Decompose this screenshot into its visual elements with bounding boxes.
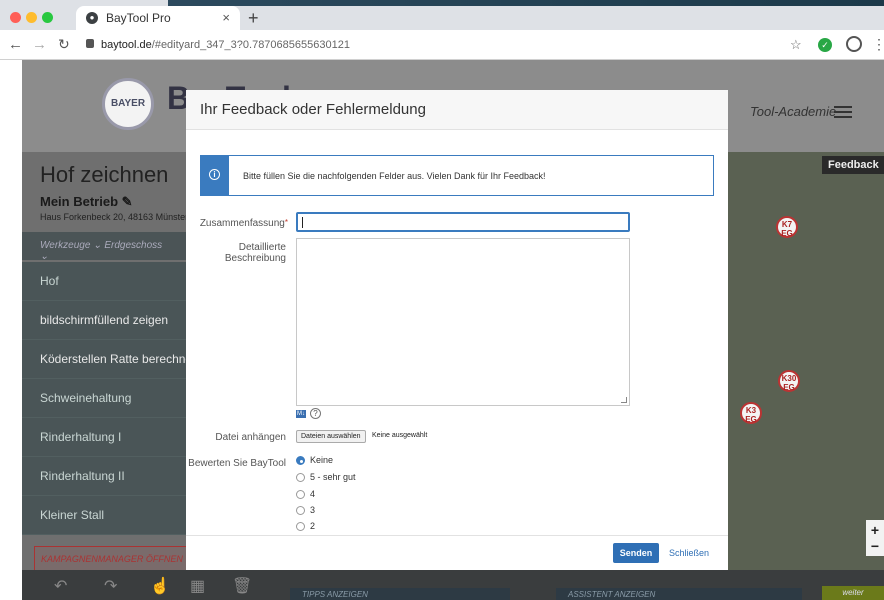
summary-label-text: Zusammenfassung (199, 218, 285, 229)
feedback-tab[interactable]: Feedback (822, 156, 884, 174)
sidebar-list: Hof bildschirmfüllend zeigen Köderstelle… (22, 262, 190, 535)
resize-handle[interactable] (621, 397, 627, 403)
browser-tab[interactable]: ● BayTool Pro × (76, 6, 240, 30)
farm-name: Mein Betrieb ✎ (40, 194, 133, 210)
window-minimize-button[interactable] (26, 12, 37, 23)
sidebar-item-kleiner-stall[interactable]: Kleiner Stall (22, 496, 190, 535)
undo-icon[interactable]: ↶ (54, 576, 67, 596)
tools-dropdown[interactable]: Werkzeuge ⌄ Erdgeschoss ⌄ (22, 232, 190, 262)
url-field[interactable]: baytool.de/#edityard_347_3?0.78706856556… (101, 39, 350, 51)
hand-pointer-icon[interactable]: ☝ (150, 576, 170, 596)
rating-option-label: Keine (310, 455, 334, 465)
markdown-icon[interactable]: M↓ (296, 410, 306, 418)
rating-label: Bewerten Sie BayTool (188, 458, 286, 469)
help-icon[interactable]: ? (310, 408, 321, 419)
info-icon-box: i (201, 156, 229, 195)
redo-icon[interactable]: ↷ (104, 576, 117, 596)
text-caret (302, 217, 303, 228)
zoom-out-button[interactable]: − (866, 536, 884, 556)
new-tab-button[interactable]: + (248, 8, 259, 29)
campaign-manager-button[interactable]: KAMPAGNENMANAGER ÖFFNEN (34, 546, 190, 572)
feedback-modal: Ihr Feedback oder Fehlermeldung i Bitte … (186, 90, 728, 570)
info-alert: i Bitte füllen Sie die nachfolgenden Fel… (200, 155, 714, 196)
forward-arrow-icon[interactable]: → (32, 36, 47, 53)
sidebar-item-hof[interactable]: Hof (22, 262, 190, 301)
description-textarea[interactable] (296, 238, 630, 406)
page-title: Hof zeichnen (40, 162, 169, 187)
modal-footer: Senden Schließen (186, 535, 728, 570)
back-arrow-icon[interactable]: ← (8, 36, 23, 53)
bayer-logo-text: BAYER (110, 98, 146, 109)
bookmark-star-icon[interactable]: ☆ (790, 37, 802, 53)
info-text: Bitte füllen Sie die nachfolgenden Felde… (243, 171, 546, 181)
required-marker: * (284, 218, 288, 227)
sidebar-item-rinderhaltung-2[interactable]: Rinderhaltung II (22, 457, 190, 496)
radio-selected[interactable] (296, 456, 305, 465)
menu-kebab-icon[interactable]: ⋮ (872, 36, 884, 53)
sidebar-item-fullscreen[interactable]: bildschirmfüllend zeigen (22, 301, 190, 340)
sidebar-item-rinderhaltung-1[interactable]: Rinderhaltung I (22, 418, 190, 457)
extension-check-icon[interactable]: ✓ (818, 38, 832, 52)
sidebar-item-bait-stations[interactable]: Köderstellen Ratte berechnen (22, 340, 190, 379)
rating-option-label: 4 (310, 489, 316, 499)
browser-tab-bar: ● BayTool Pro × + (0, 0, 884, 30)
attach-label: Datei anhängen (215, 432, 286, 443)
rating-option-label: 5 - sehr gut (310, 472, 356, 482)
rating-option-label: 3 (310, 505, 316, 515)
page-top-strip (168, 0, 884, 6)
sidebar: Hof zeichnen Mein Betrieb ✎ Haus Forkenb… (22, 152, 190, 600)
reload-icon[interactable]: ↻ (58, 36, 70, 53)
map-marker-k7[interactable]: K7 EG (776, 216, 798, 238)
window-close-button[interactable] (10, 12, 21, 23)
farm-name-text: Mein Betrieb (40, 194, 119, 209)
url-path: /#edityard_347_3?0.7870685655630121 (151, 39, 350, 51)
profile-icon[interactable] (846, 36, 862, 52)
assistant-panel-toggle[interactable]: ASSISTENT ANZEIGEN (556, 588, 802, 600)
academy-link[interactable]: Tool-Academie (750, 104, 836, 119)
close-button[interactable]: Schließen (669, 548, 709, 558)
tab-close-icon[interactable]: × (222, 10, 230, 25)
radio-unselected[interactable] (296, 522, 305, 531)
url-host: baytool.de (101, 39, 152, 51)
tab-title: BayTool Pro (106, 11, 171, 25)
left-gutter (0, 60, 22, 600)
radio-unselected[interactable] (296, 473, 305, 482)
globe-icon: ● (86, 12, 98, 24)
map-marker-k30[interactable]: K30 EG (778, 370, 800, 392)
description-label: Detaillierte Beschreibung (224, 242, 286, 264)
radio-unselected[interactable] (296, 506, 305, 515)
hamburger-menu-icon[interactable] (834, 106, 852, 118)
modal-header: Ihr Feedback oder Fehlermeldung (186, 90, 728, 130)
trash-icon[interactable]: 🗑 (232, 576, 252, 596)
farm-address: Haus Forkenbeck 20, 48163 Münster (40, 212, 189, 222)
modal-title: Ihr Feedback oder Fehlermeldung (200, 101, 426, 118)
pencil-icon[interactable]: ✎ (122, 194, 133, 209)
map-marker-k3[interactable]: K3 EG (740, 402, 762, 424)
address-bar: ← → ↻ baytool.de/#edityard_347_3?0.78706… (0, 30, 884, 60)
rating-option-label: 2 (310, 521, 316, 531)
file-status: Keine ausgewählt (372, 432, 428, 439)
choose-files-button[interactable]: Dateien auswählen (296, 430, 366, 443)
window-zoom-button[interactable] (42, 12, 53, 23)
summary-label: Zusammenfassung* (188, 218, 288, 229)
grid-icon[interactable]: ▦ (190, 576, 205, 596)
tips-panel-toggle[interactable]: TIPPS ANZEIGEN (290, 588, 510, 600)
radio-unselected[interactable] (296, 490, 305, 499)
info-icon: i (209, 169, 220, 180)
bayer-logo: BAYER (102, 78, 154, 130)
sidebar-item-schweinehaltung[interactable]: Schweinehaltung (22, 379, 190, 418)
summary-input[interactable] (296, 212, 630, 232)
lock-icon[interactable] (86, 39, 94, 48)
weiter-button[interactable]: weiter (822, 586, 884, 600)
send-button[interactable]: Senden (613, 543, 659, 563)
